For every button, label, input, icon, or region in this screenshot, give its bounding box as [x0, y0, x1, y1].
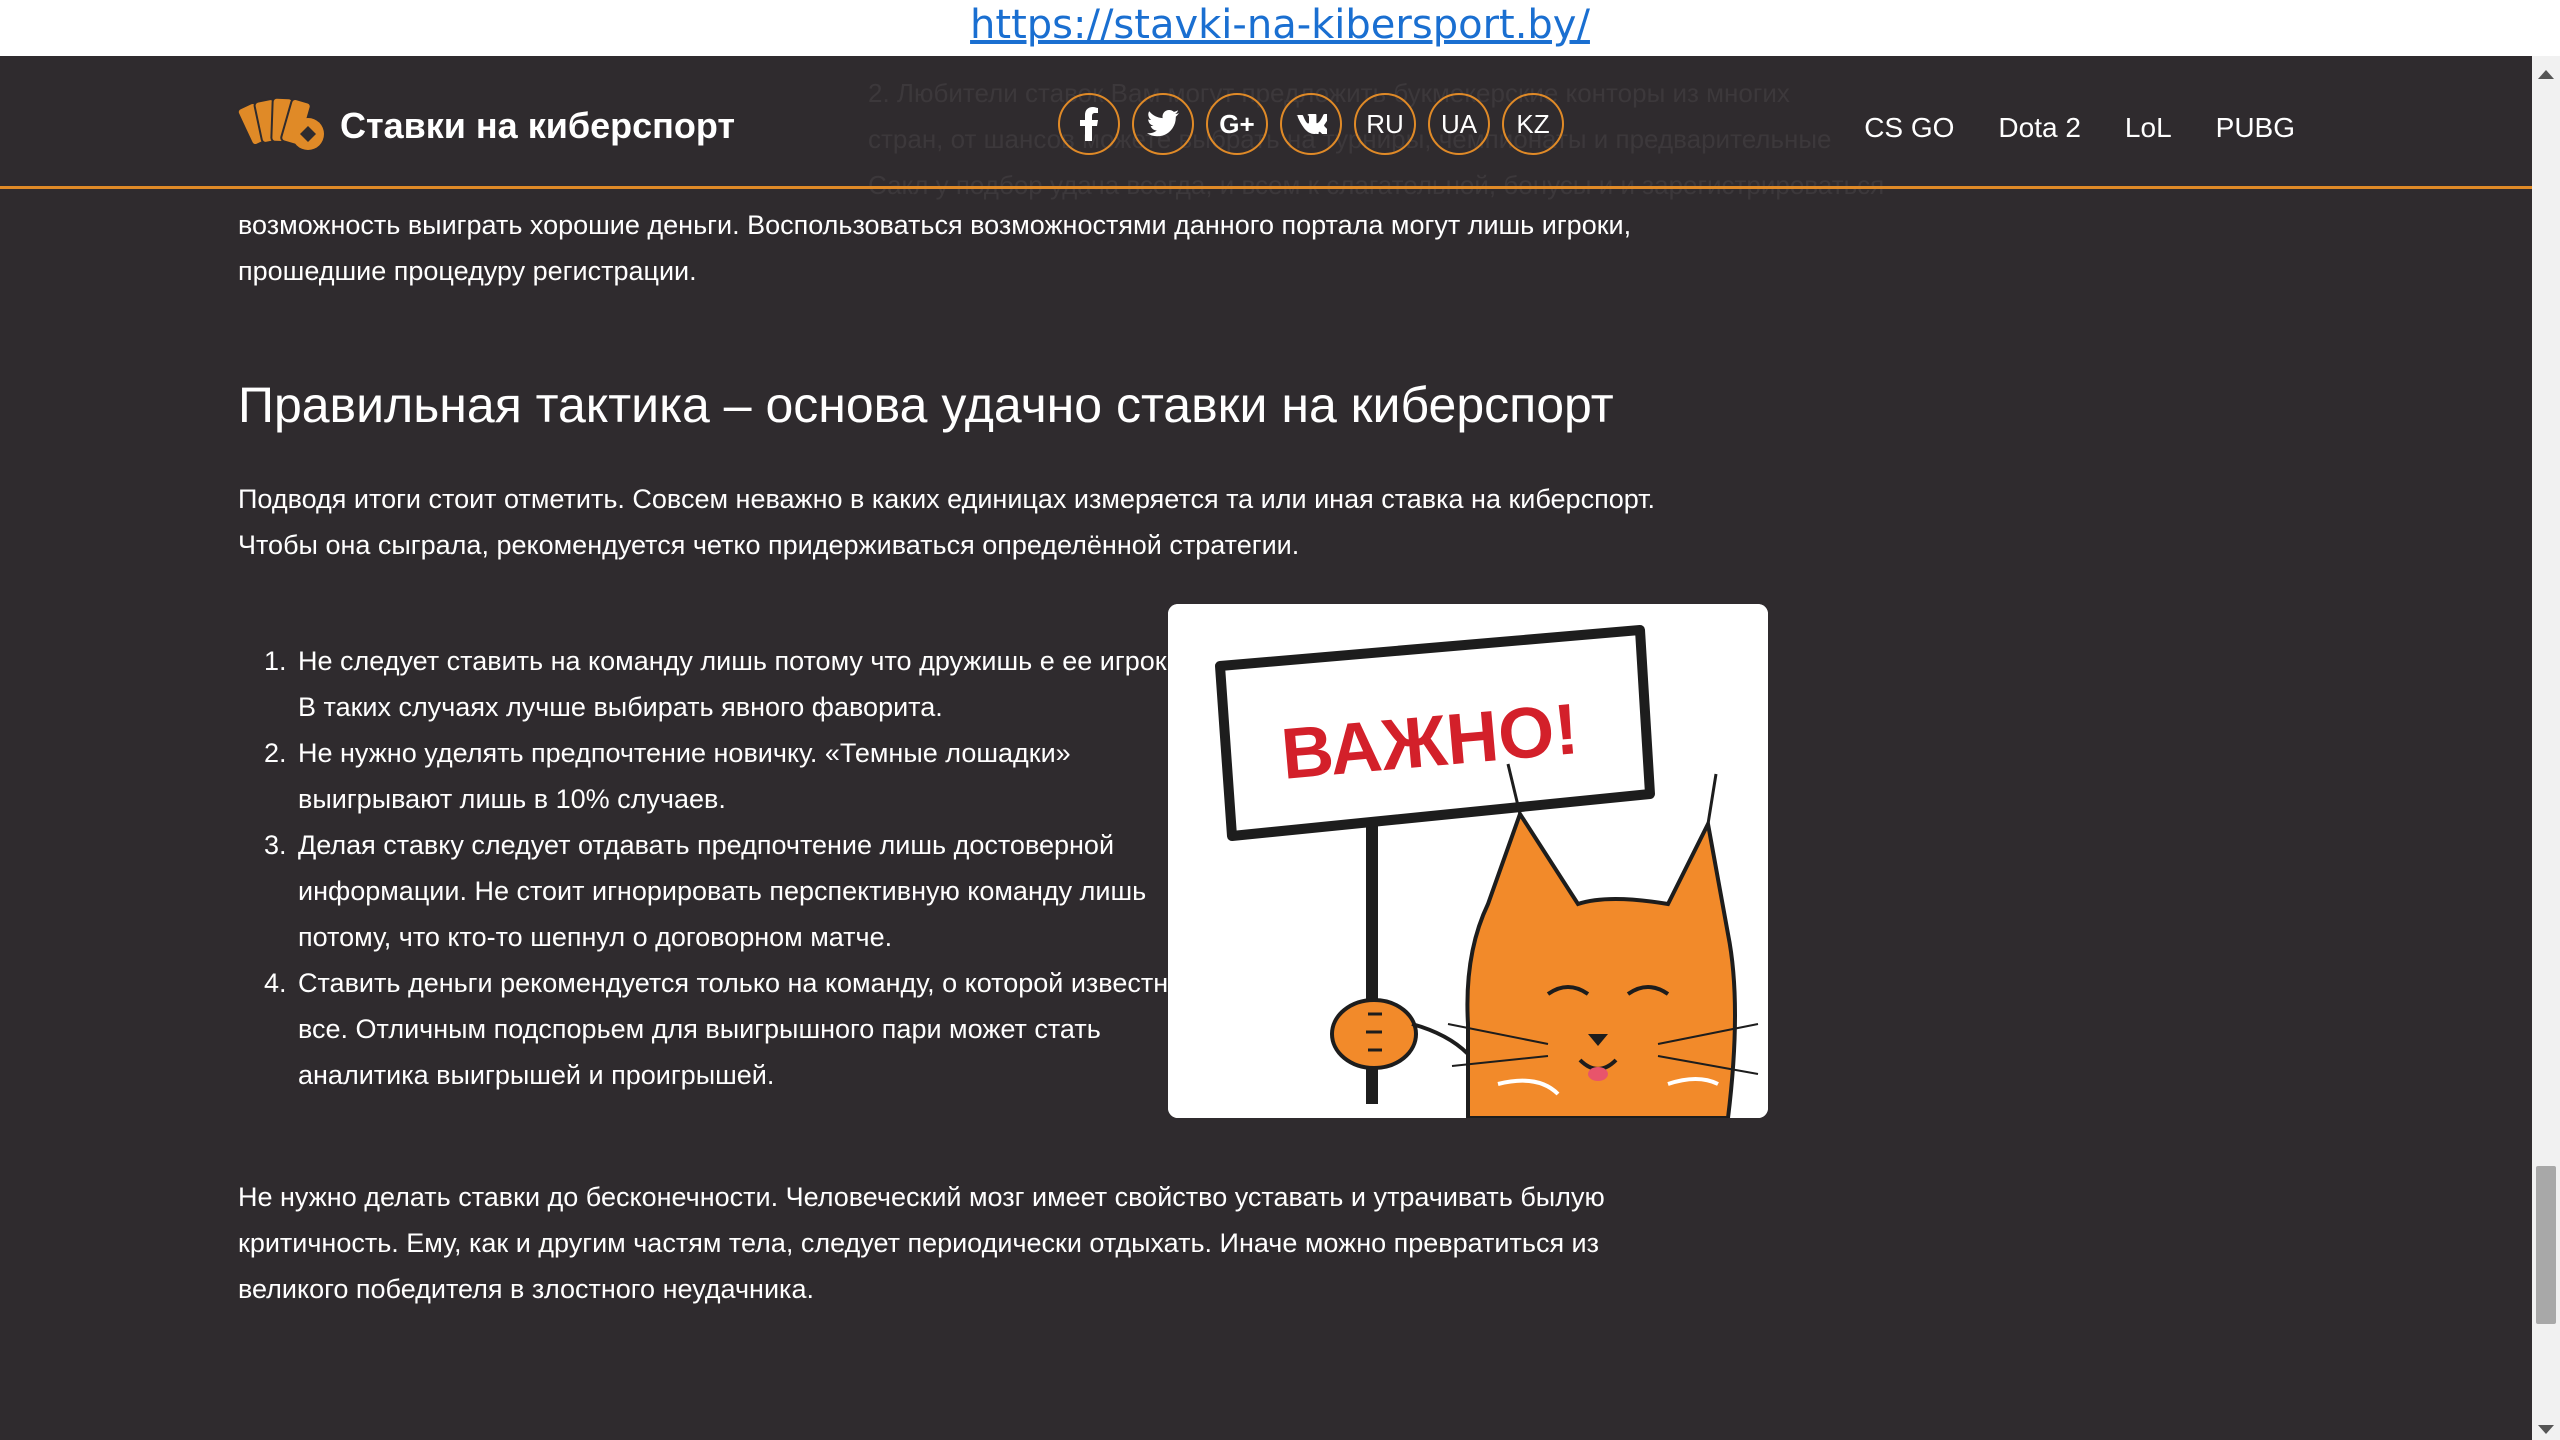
list-item-text: Не нужно уделять предпочтение новичку. «… — [298, 738, 1071, 814]
facebook-icon[interactable] — [1058, 93, 1120, 155]
twitter-icon[interactable] — [1132, 93, 1194, 155]
important-cat-image: ВАЖНО! — [1168, 604, 1768, 1118]
page-url-link[interactable]: https://stavki-na-kibersport.by/ — [970, 0, 1590, 52]
cat-sign-illustration: ВАЖНО! — [1168, 604, 1768, 1118]
list-item-text: Не следует ставить на команду лишь потом… — [298, 646, 1224, 722]
nav-item-dota2[interactable]: Dota 2 — [1998, 112, 2081, 144]
google-plus-icon[interactable]: G+ — [1206, 93, 1268, 155]
list-item: 2. Не нужно уделять предпочтение новичку.… — [264, 730, 1228, 822]
scrollbar-thumb[interactable] — [2536, 1166, 2556, 1324]
google-plus-label: G+ — [1219, 108, 1255, 139]
vk-glyph — [1296, 114, 1327, 134]
cards-logo-icon — [236, 96, 324, 150]
nav-item-lol[interactable]: LoL — [2125, 112, 2172, 144]
language-ru-button[interactable]: RU — [1354, 93, 1416, 155]
list-item: 3. Делая ставку следует отдавать предпочт… — [264, 822, 1228, 960]
url-strip: https://stavki-na-kibersport.by/ — [0, 0, 2560, 56]
vk-icon[interactable] — [1280, 93, 1342, 155]
list-number: 3. — [264, 830, 287, 860]
list-item-text: Делая ставку следует отдавать предпочтен… — [298, 830, 1147, 952]
intro-paragraph: возможность выиграть хорошие деньги. Вос… — [238, 210, 1632, 286]
site-header: Ставки на киберспорт G+ RU UA KZ CS GO D… — [0, 56, 2532, 189]
site-logo[interactable]: Ставки на киберспорт — [236, 94, 735, 158]
facebook-glyph — [1080, 107, 1098, 141]
main-nav: CS GO Dota 2 LoL PUBG — [1864, 112, 2295, 144]
twitter-glyph — [1147, 110, 1179, 137]
social-links: G+ RU UA KZ — [1058, 93, 1564, 155]
list-item-text: Ставить деньги рекомендуется только на к… — [298, 968, 1184, 1090]
list-number: 2. — [264, 738, 287, 768]
list-item: 4. Ставить деньги рекомендуется только на… — [264, 960, 1228, 1098]
list-number: 1. — [264, 646, 287, 676]
scroll-down-icon[interactable] — [2538, 1425, 2554, 1434]
scroll-up-icon[interactable] — [2538, 70, 2554, 79]
article-heading: Правильная тактика – основа удачно ставк… — [238, 377, 1614, 433]
browser-viewport: 2. Любители ставок Вам могут предложить … — [0, 56, 2532, 1440]
summary-paragraph: Подводя итоги стоит отметить. Совсем нев… — [238, 484, 1656, 560]
language-kz-button[interactable]: KZ — [1502, 93, 1564, 155]
logo-text: Ставки на киберспорт — [340, 105, 735, 146]
nav-item-csgo[interactable]: CS GO — [1864, 112, 1954, 144]
closing-paragraph: Не нужно делать ставки до бесконечности.… — [238, 1182, 1605, 1304]
language-ua-button[interactable]: UA — [1428, 93, 1490, 155]
list-item: 1. Не следует ставить на команду лишь пот… — [264, 638, 1228, 730]
list-number: 4. — [264, 968, 287, 998]
nav-item-pubg[interactable]: PUBG — [2216, 112, 2295, 144]
vertical-scrollbar[interactable] — [2532, 56, 2560, 1440]
tips-list: 1. Не следует ставить на команду лишь пот… — [238, 638, 1228, 1098]
